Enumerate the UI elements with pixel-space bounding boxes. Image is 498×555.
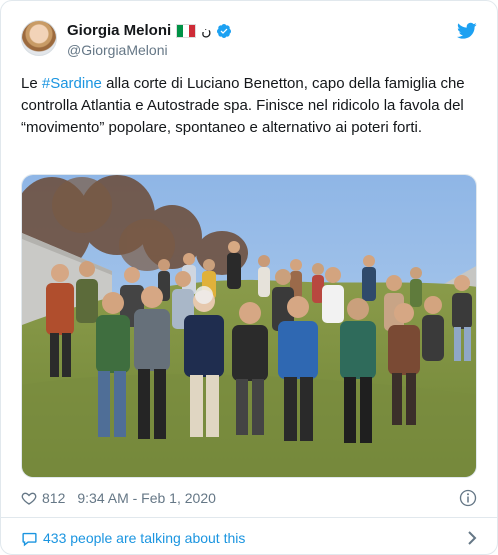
italy-flag-icon (176, 23, 197, 38)
hashtag-link[interactable]: #Sardine (42, 75, 102, 92)
talking-about-link[interactable]: 433 people are talking about this (21, 527, 477, 549)
heart-icon[interactable] (21, 490, 37, 506)
tweet-header: Giorgia Meloni ن @GiorgiaMeloni (21, 18, 477, 62)
like-count[interactable]: 812 (42, 490, 65, 506)
speech-bubble-icon (22, 532, 37, 546)
display-name[interactable]: Giorgia Meloni (67, 22, 171, 39)
tweet-meta: 812 9:34 AM - Feb 1, 2020 (21, 488, 477, 508)
avatar[interactable] (21, 20, 57, 56)
chevron-right-icon (468, 531, 477, 545)
timestamp[interactable]: 9:34 AM - Feb 1, 2020 (77, 490, 216, 506)
divider (1, 517, 497, 518)
twitter-bird-icon[interactable] (457, 22, 477, 40)
user-handle[interactable]: @GiorgiaMeloni (67, 42, 168, 58)
tweet-card: Giorgia Meloni ن @GiorgiaMeloni Le #Sard… (0, 0, 498, 555)
info-icon[interactable] (459, 489, 477, 507)
name-row: Giorgia Meloni ن (67, 22, 232, 39)
tweet-text-before: Le (21, 75, 42, 92)
verified-badge-icon (217, 23, 232, 38)
name-suffix: ن (201, 22, 212, 38)
tweet-text: Le #Sardine alla corte di Luciano Benett… (21, 73, 481, 139)
group-photo (22, 175, 476, 477)
tweet-photo[interactable] (21, 174, 477, 478)
talking-label: 433 people are talking about this (43, 530, 246, 546)
